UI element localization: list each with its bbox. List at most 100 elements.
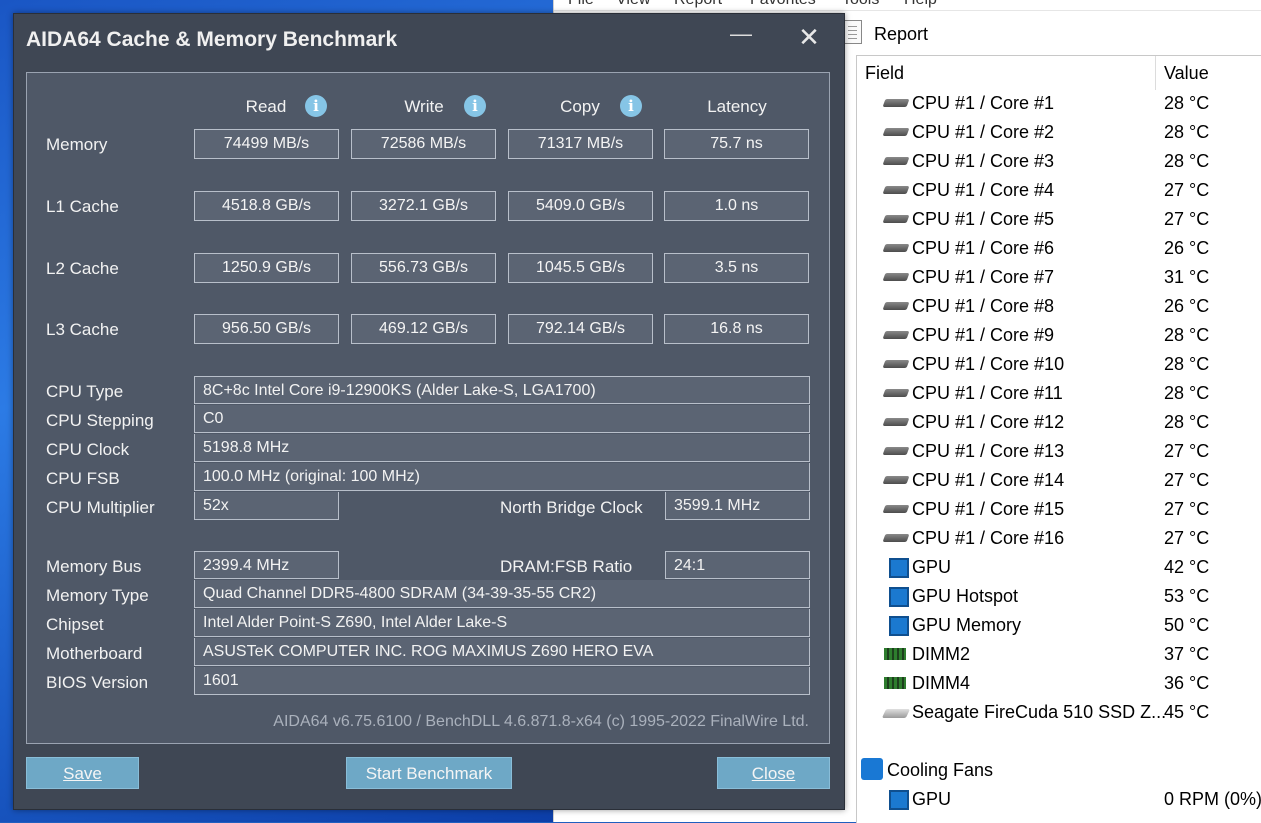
sensor-row[interactable]: GPU Hotspot 53 °C <box>857 582 1261 611</box>
memory-read-value: 74499 MB/s <box>194 129 339 159</box>
sensor-row[interactable]: CPU #1 / Core #9 28 °C <box>857 321 1261 350</box>
sensor-value: 26 °C <box>1164 296 1210 316</box>
l1-copy-value: 5409.0 GB/s <box>508 191 653 221</box>
menu-view[interactable]: View <box>616 0 650 9</box>
sensor-row[interactable]: CPU #1 / Core #16 27 °C <box>857 524 1261 553</box>
cpu-icon <box>882 186 910 194</box>
sensor-value: 28 °C <box>1164 383 1210 403</box>
l3-read-value: 956.50 GB/s <box>194 314 339 344</box>
sensor-row[interactable]: GPU Memory 50 °C <box>857 611 1261 640</box>
sensor-value: 45 °C <box>1164 702 1210 722</box>
motherboard-field: ASUSTeK COMPUTER INC. ROG MAXIMUS Z690 H… <box>194 638 810 666</box>
write-info-icon[interactable]: i <box>464 95 486 117</box>
cpu-icon <box>882 505 910 513</box>
close-button-label: Close <box>751 764 796 783</box>
sensor-value: 28 °C <box>1164 325 1210 345</box>
sensor-label: CPU #1 / Core #11 <box>912 383 1063 403</box>
sensor-label: GPU Hotspot <box>912 586 1019 606</box>
menu-tools[interactable]: Tools <box>842 0 879 9</box>
menu-help[interactable]: Help <box>904 0 937 9</box>
sensor-label: CPU #1 / Core #7 <box>912 267 1055 287</box>
memory-copy-value: 71317 MB/s <box>508 129 653 159</box>
sensor-row[interactable]: GPU 0 RPM (0%) <box>857 785 1261 814</box>
sensor-row[interactable]: GPU 42 °C <box>857 553 1261 582</box>
sensor-value: 28 °C <box>1164 93 1210 113</box>
start-benchmark-button[interactable]: Start Benchmark <box>346 757 512 789</box>
close-window-button[interactable]: ✕ <box>794 22 824 52</box>
memory-write-value: 72586 MB/s <box>351 129 496 159</box>
sensor-row[interactable]: CPU #1 / Core #2 28 °C <box>857 118 1261 147</box>
sensor-value: 28 °C <box>1164 151 1210 171</box>
menu-file[interactable]: File <box>568 0 594 9</box>
report-toolbar-button[interactable]: Report <box>844 14 1261 54</box>
sensor-row[interactable]: CPU #1 / Core #12 28 °C <box>857 408 1261 437</box>
report-label: Report <box>874 24 929 44</box>
sensor-row[interactable]: DIMM4 36 °C <box>857 669 1261 698</box>
l3-copy-value: 792.14 GB/s <box>508 314 653 344</box>
column-divider[interactable] <box>1155 56 1156 90</box>
memory-bus-field: 2399.4 MHz <box>194 551 339 579</box>
sensor-row[interactable]: CPU #1 / Core #8 26 °C <box>857 292 1261 321</box>
sensor-row[interactable]: CPU #1 / Core #15 27 °C <box>857 495 1261 524</box>
cpu-icon <box>882 534 910 542</box>
cpu-fsb-field: 100.0 MHz (original: 100 MHz) <box>194 463 810 491</box>
sensor-label: GPU <box>912 789 952 809</box>
row-label-l2-cache: L2 Cache <box>46 259 119 278</box>
sensor-row[interactable]: CPU #1 / Core #4 27 °C <box>857 176 1261 205</box>
cpu-stepping-field: C0 <box>194 405 810 433</box>
read-info-icon[interactable]: i <box>305 95 327 117</box>
sensor-label: GPU <box>912 557 952 577</box>
column-write: Write <box>404 97 444 116</box>
sensor-row[interactable]: CPU #1 / Core #6 26 °C <box>857 234 1261 263</box>
version-footer: AIDA64 v6.75.6100 / BenchDLL 4.6.871.8-x… <box>273 713 809 730</box>
sensor-row[interactable]: CPU #1 / Core #3 28 °C <box>857 147 1261 176</box>
l1-write-value: 3272.1 GB/s <box>351 191 496 221</box>
sensor-label: CPU #1 / Core #15 <box>912 499 1065 519</box>
menu-report[interactable]: Report <box>674 0 722 9</box>
cooling-fans-group[interactable]: Cooling Fans <box>857 756 1261 785</box>
l2-latency-value: 3.5 ns <box>664 253 809 283</box>
sensor-row[interactable]: CPU #1 / Core #5 27 °C <box>857 205 1261 234</box>
cpu-icon <box>882 215 910 223</box>
sensor-value: 27 °C <box>1164 209 1210 229</box>
sensor-row[interactable]: CPU #1 / Core #14 27 °C <box>857 466 1261 495</box>
row-label-memory: Memory <box>46 135 108 154</box>
column-read: Read <box>245 97 287 116</box>
sensor-value: 31 °C <box>1164 267 1210 287</box>
l1-latency-value: 1.0 ns <box>664 191 809 221</box>
cpu-icon <box>882 389 910 397</box>
gpu-icon <box>889 616 909 636</box>
close-button[interactable]: Close <box>717 757 830 789</box>
memory-latency-value: 75.7 ns <box>664 129 809 159</box>
chipset-field: Intel Alder Point-S Z690, Intel Alder La… <box>194 609 810 637</box>
sensor-row[interactable]: Seagate FireCuda 510 SSD Z... 45 °C <box>857 698 1261 727</box>
minimize-button[interactable]: — <box>730 23 752 45</box>
sensor-row[interactable]: DIMM2 37 °C <box>857 640 1261 669</box>
report-document-icon <box>844 20 862 44</box>
sensor-value: 37 °C <box>1164 644 1210 664</box>
cpu-icon <box>882 418 910 426</box>
copy-info-icon[interactable]: i <box>620 95 642 117</box>
sensor-row[interactable]: CPU #1 / Core #7 31 °C <box>857 263 1261 292</box>
column-header-value[interactable]: Value <box>1164 56 1209 90</box>
save-button[interactable]: Save <box>26 757 139 789</box>
l2-copy-value: 1045.5 GB/s <box>508 253 653 283</box>
sensor-value: 26 °C <box>1164 238 1210 258</box>
sensor-row[interactable]: CPU #1 / Core #10 28 °C <box>857 350 1261 379</box>
sensor-value: 28 °C <box>1164 412 1210 432</box>
column-header-field[interactable]: Field <box>865 56 904 90</box>
cpu-icon <box>882 447 910 455</box>
cpu-icon <box>882 273 910 281</box>
cpu-icon <box>882 157 910 165</box>
sensor-value: 53 °C <box>1164 586 1210 606</box>
sensor-label: CPU #1 / Core #16 <box>912 528 1065 548</box>
sensor-row[interactable]: CPU #1 / Core #13 27 °C <box>857 437 1261 466</box>
memory-type-field: Quad Channel DDR5-4800 SDRAM (34-39-35-5… <box>194 580 810 608</box>
north-bridge-clock-label: North Bridge Clock <box>500 498 643 517</box>
cpu-icon <box>882 360 910 368</box>
l1-read-value: 4518.8 GB/s <box>194 191 339 221</box>
sensor-row[interactable]: CPU #1 / Core #11 28 °C <box>857 379 1261 408</box>
sensor-label: CPU #1 / Core #6 <box>912 238 1055 258</box>
menu-favorites[interactable]: Favorites <box>750 0 816 9</box>
sensor-row[interactable]: CPU #1 / Core #1 28 °C <box>857 89 1261 118</box>
